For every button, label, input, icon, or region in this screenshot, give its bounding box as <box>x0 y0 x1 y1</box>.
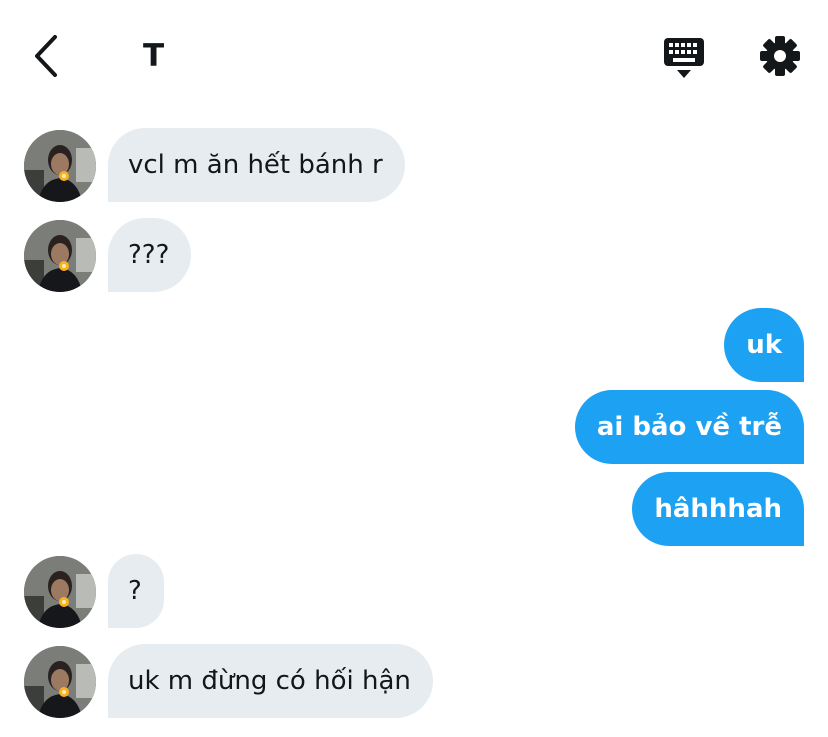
message-thread: vcl m ăn hết bánh r ??? uk ai bảo về trễ… <box>0 0 828 737</box>
outgoing-message-bubble[interactable]: ai bảo về trễ <box>574 390 804 464</box>
avatar[interactable] <box>24 130 96 202</box>
incoming-message-bubble[interactable]: ??? <box>108 218 192 292</box>
outgoing-message-bubble[interactable]: uk <box>724 308 804 382</box>
incoming-message-bubble[interactable]: uk m đừng có hối hận <box>108 644 433 718</box>
outgoing-message-bubble[interactable]: hâhhhah <box>632 472 804 546</box>
avatar-photo <box>24 646 96 718</box>
avatar[interactable] <box>24 556 96 628</box>
incoming-message-bubble[interactable]: ? <box>108 554 164 628</box>
avatar[interactable] <box>24 646 96 718</box>
incoming-message-bubble[interactable]: vcl m ăn hết bánh r <box>108 128 405 202</box>
avatar-photo <box>24 220 96 292</box>
avatar-photo <box>24 130 96 202</box>
avatar[interactable] <box>24 220 96 292</box>
avatar-photo <box>24 556 96 628</box>
